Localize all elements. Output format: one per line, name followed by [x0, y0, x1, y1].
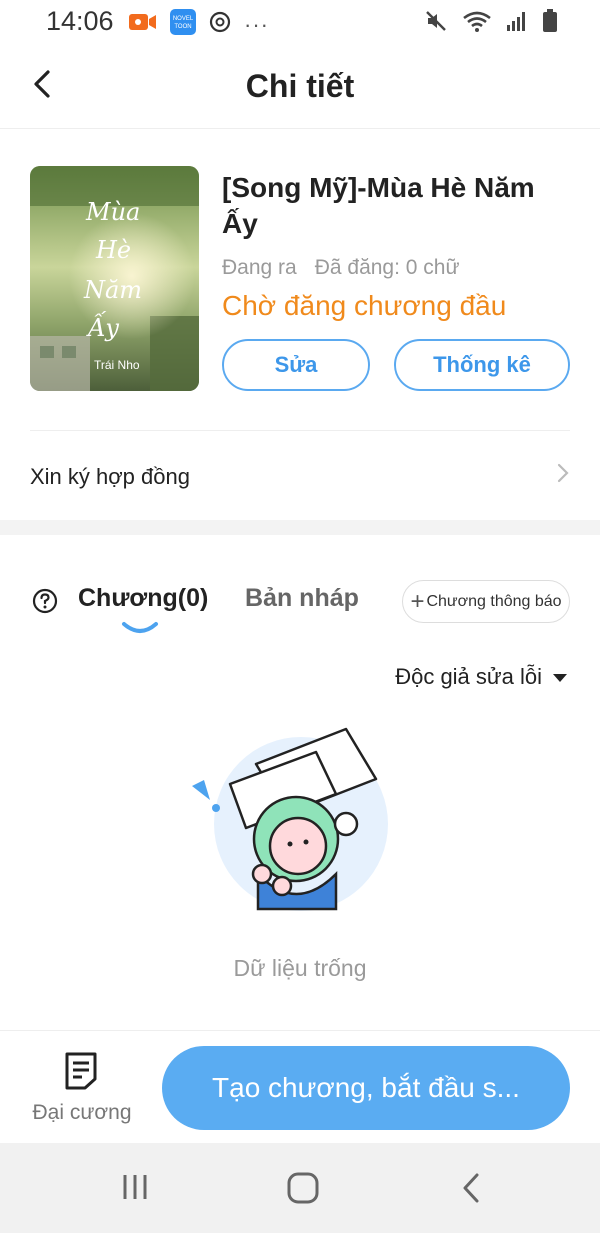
- stats-button[interactable]: Thống kê: [394, 339, 570, 391]
- svg-text:NOVEL: NOVEL: [173, 16, 194, 22]
- status-bar: 14:06 NOVEL TOON ···: [0, 0, 600, 46]
- cover-title-line-4: Ấy: [88, 314, 119, 342]
- filter-label: Độc giả sửa lỗi: [395, 664, 542, 689]
- plus-icon: +: [410, 587, 425, 615]
- outline-button[interactable]: Đại cương: [20, 1041, 144, 1136]
- empty-state-illustration: [186, 724, 396, 924]
- book-published-count: Đã đăng: 0 chữ: [314, 256, 460, 279]
- video-camera-icon: [128, 11, 158, 38]
- battery-icon: [542, 9, 558, 38]
- header: Chi tiết: [0, 46, 600, 129]
- svg-text:TOON: TOON: [174, 24, 191, 30]
- caret-down-icon: [552, 664, 568, 690]
- contract-row[interactable]: Xin ký hợp đồng: [0, 440, 600, 512]
- system-navigation-bar: [0, 1143, 600, 1233]
- tab-chapters[interactable]: Chương(0): [78, 584, 208, 613]
- back-nav-icon[interactable]: [458, 1171, 484, 1210]
- create-chapter-button[interactable]: Tạo chương, bắt đầu s...: [162, 1046, 570, 1130]
- cover-title-line-2: Hè: [96, 236, 132, 264]
- book-status: Đang ra: [222, 256, 297, 279]
- edit-button[interactable]: Sửa: [222, 339, 370, 391]
- bottom-action-bar: Đại cương Tạo chương, bắt đầu s...: [0, 1030, 600, 1144]
- status-icons-right: [424, 9, 558, 38]
- status-icons-left: NOVEL TOON ···: [128, 9, 269, 40]
- page-title: Chi tiết: [245, 68, 355, 104]
- notice-chapter-label: Chương thông báo: [426, 592, 562, 610]
- home-icon[interactable]: [286, 1171, 320, 1210]
- contract-label: Xin ký hợp đồng: [30, 464, 190, 489]
- cover-title-line-3: Năm: [84, 276, 143, 304]
- pending-status: Chờ đăng chương đầu: [222, 290, 507, 321]
- book-meta: Đang ra Đã đăng: 0 chữ: [222, 256, 460, 280]
- chevron-right-icon: [556, 462, 570, 489]
- cover-author: Trái Nho: [94, 358, 140, 372]
- signal-icon: [506, 10, 528, 37]
- add-notice-chapter-button[interactable]: + Chương thông báo: [402, 580, 570, 623]
- book-title: [Song Mỹ]-Mùa Hè Năm Ấy: [222, 172, 535, 239]
- book-cover[interactable]: Mùa Hè Năm Ấy Trái Nho: [30, 166, 199, 391]
- section-separator: [0, 520, 600, 535]
- tab-drafts[interactable]: Bản nháp: [245, 584, 359, 613]
- question-circle-icon[interactable]: [32, 588, 58, 619]
- more-dots-icon: ···: [244, 11, 269, 37]
- mute-icon: [424, 9, 448, 38]
- outline-label: Đại cương: [32, 1101, 132, 1124]
- wifi-icon: [462, 9, 492, 38]
- outline-document-icon: [63, 1051, 99, 1096]
- cover-title-line-1: Mùa: [86, 198, 141, 226]
- threads-icon: [208, 10, 232, 39]
- recent-apps-icon[interactable]: [120, 1171, 150, 1208]
- empty-state-text: Dữ liệu trống: [233, 955, 367, 981]
- status-time: 14:06: [46, 6, 114, 36]
- noveltoon-app-icon: NOVEL TOON: [170, 9, 196, 40]
- reader-fix-filter[interactable]: Độc giả sửa lỗi: [395, 664, 568, 690]
- tab-active-indicator: [120, 620, 160, 641]
- divider: [30, 430, 570, 431]
